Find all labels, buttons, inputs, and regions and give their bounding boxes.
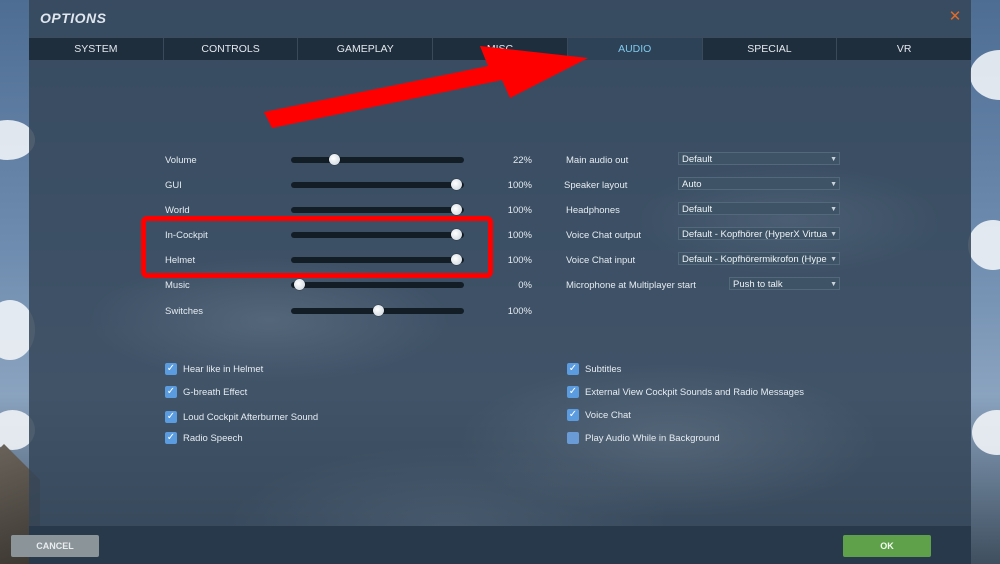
radio-speech-checkbox[interactable]: ✓ Radio Speech <box>165 432 243 444</box>
checkmark-icon: ✓ <box>165 432 177 444</box>
voice-chat-output-dropdown[interactable]: Default - Kopfhörer (HyperX Virtua ▼ <box>678 227 840 240</box>
dropdown-label-microphone-start: Microphone at Multiplayer start <box>566 280 696 291</box>
ok-button[interactable]: OK <box>843 535 931 557</box>
close-icon[interactable]: ✕ <box>947 9 963 25</box>
dropdown-label-speaker-layout: Speaker layout <box>564 180 628 191</box>
dropdown-label-main-audio-out: Main audio out <box>566 155 629 166</box>
dropdown-value: Default - Kopfhörer (HyperX Virtua <box>682 229 828 240</box>
microphone-start-dropdown[interactable]: Push to talk ▼ <box>729 277 840 290</box>
cancel-button[interactable]: CANCEL <box>11 535 99 557</box>
chevron-down-icon: ▼ <box>830 281 837 288</box>
voice-chat-checkbox[interactable]: ✓ Voice Chat <box>567 409 631 421</box>
slider-label-switches: Switches <box>165 306 204 317</box>
slider-value-gui: 100% <box>507 180 532 191</box>
slider-value-music: 0% <box>518 280 532 291</box>
world-slider[interactable] <box>291 204 464 215</box>
checkmark-icon: ✓ <box>567 386 579 398</box>
slider-label-volume: Volume <box>165 155 197 166</box>
chevron-down-icon: ▼ <box>830 231 837 238</box>
slider-handle[interactable] <box>372 305 384 316</box>
checkbox-label: G-breath Effect <box>183 386 248 398</box>
slider-handle[interactable] <box>451 179 462 190</box>
checkbox-label: Radio Speech <box>183 432 243 444</box>
voice-chat-input-dropdown[interactable]: Default - Kopfhörermikrofon (Hype ▼ <box>678 252 840 265</box>
dropdown-label-headphones: Headphones <box>566 205 620 216</box>
title-bar: OPTIONS ✕ <box>29 0 971 37</box>
checkbox-label: Subtitles <box>585 363 622 375</box>
checkmark-icon: ✓ <box>165 411 177 423</box>
chevron-down-icon: ▼ <box>830 156 837 163</box>
checkbox-label: Loud Cockpit Afterburner Sound <box>183 411 319 423</box>
dropdown-value: Default - Kopfhörermikrofon (Hype <box>682 254 827 265</box>
tab-system[interactable]: SYSTEM <box>29 37 164 60</box>
chevron-down-icon: ▼ <box>830 206 837 213</box>
g-breath-effect-checkbox[interactable]: ✓ G-breath Effect <box>165 386 247 398</box>
dropdown-value: Default <box>682 204 713 215</box>
loud-cockpit-afterburner-checkbox[interactable]: ✓ Loud Cockpit Afterburner Sound <box>165 411 318 423</box>
switches-slider[interactable] <box>291 305 464 316</box>
speaker-layout-dropdown[interactable]: Auto ▼ <box>678 177 840 190</box>
footer-bar <box>29 526 971 564</box>
checkbox-unchecked <box>567 432 579 444</box>
slider-handle[interactable] <box>451 204 462 215</box>
play-audio-background-checkbox[interactable]: Play Audio While in Background <box>567 432 720 444</box>
checkbox-label: Hear like in Helmet <box>183 363 264 375</box>
dropdown-label-voice-chat-output: Voice Chat output <box>566 230 641 241</box>
external-view-sounds-checkbox[interactable]: ✓ External View Cockpit Sounds and Radio … <box>567 386 804 398</box>
slider-value-helmet: 100% <box>507 255 532 266</box>
volume-slider[interactable] <box>291 154 464 165</box>
slider-handle[interactable] <box>294 279 305 290</box>
dropdown-value: Push to talk <box>733 279 783 290</box>
headphones-dropdown[interactable]: Default ▼ <box>678 202 840 215</box>
checkbox-label: Play Audio While in Background <box>585 432 720 444</box>
checkmark-icon: ✓ <box>567 363 579 375</box>
gui-slider[interactable] <box>291 179 464 190</box>
slider-value-world: 100% <box>507 205 532 216</box>
subtitles-checkbox[interactable]: ✓ Subtitles <box>567 363 621 375</box>
tab-special[interactable]: SPECIAL <box>702 37 838 60</box>
chevron-down-icon: ▼ <box>830 181 837 188</box>
dropdown-value: Default <box>682 154 713 165</box>
checkmark-icon: ✓ <box>165 363 177 375</box>
slider-label-world: World <box>165 205 190 216</box>
chevron-down-icon: ▼ <box>830 256 837 263</box>
slider-value-in-cockpit: 100% <box>507 230 532 241</box>
slider-value-switches: 100% <box>507 306 532 317</box>
main-audio-out-dropdown[interactable]: Default ▼ <box>678 152 840 165</box>
checkbox-label: External View Cockpit Sounds and Radio M… <box>585 386 804 398</box>
window-title: OPTIONS <box>40 10 107 26</box>
tab-vr[interactable]: VR <box>837 37 972 60</box>
slider-label-music: Music <box>165 280 190 291</box>
annotation-highlight-box <box>141 216 493 278</box>
slider-value-volume: 22% <box>512 155 532 166</box>
checkmark-icon: ✓ <box>567 409 579 421</box>
checkmark-icon: ✓ <box>165 386 177 398</box>
checkbox-label: Voice Chat <box>585 409 631 421</box>
music-slider[interactable] <box>291 279 464 290</box>
dropdown-value: Auto <box>682 179 702 190</box>
slider-handle[interactable] <box>328 154 340 165</box>
dropdown-label-voice-chat-input: Voice Chat input <box>566 255 636 266</box>
annotation-arrow-icon <box>264 46 588 128</box>
slider-label-gui: GUI <box>165 180 182 191</box>
hear-like-in-helmet-checkbox[interactable]: ✓ Hear like in Helmet <box>165 363 263 375</box>
